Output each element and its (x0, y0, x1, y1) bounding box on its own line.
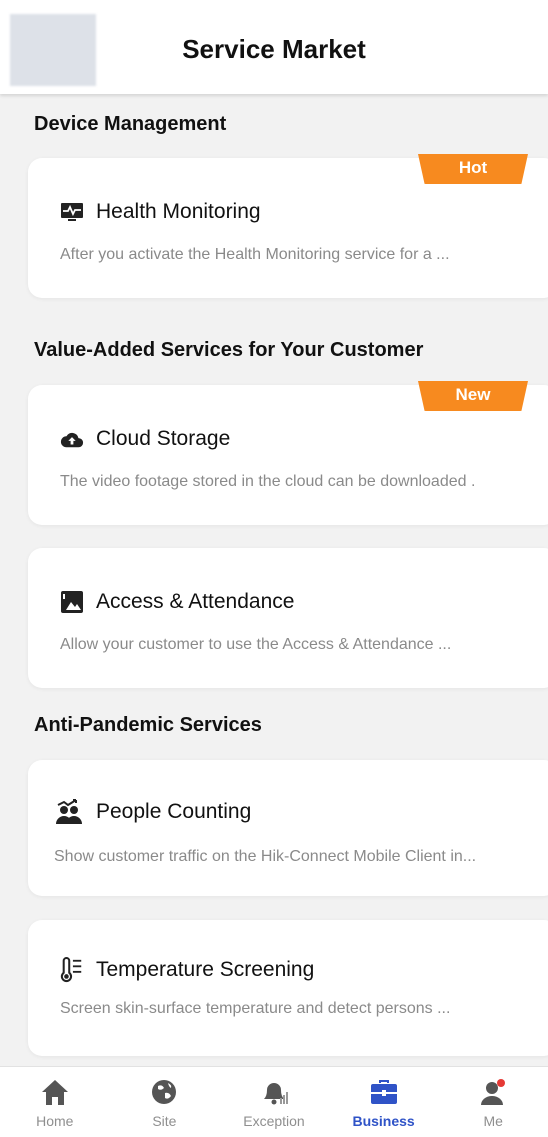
tab-exception[interactable]: Exception (219, 1067, 329, 1137)
service-name: Cloud Storage (96, 427, 231, 450)
access-attendance-icon (60, 590, 84, 614)
briefcase-icon (367, 1075, 401, 1109)
service-name: Access & Attendance (96, 590, 295, 613)
service-card-access-attendance[interactable]: Access & Attendance Allow your customer … (28, 548, 548, 688)
tab-site[interactable]: Site (110, 1067, 220, 1137)
header-bar: Service Market (0, 0, 548, 94)
tab-business[interactable]: Business (329, 1067, 439, 1137)
bell-icon (257, 1075, 291, 1109)
tab-home[interactable]: Home (0, 1067, 110, 1137)
section-title-device-management: Device Management (34, 113, 227, 135)
service-name: Health Monitoring (96, 200, 261, 223)
tab-label: Exception (243, 1113, 305, 1129)
service-description: Show customer traffic on the Hik-Connect… (54, 848, 477, 865)
tab-label: Me (483, 1113, 503, 1129)
service-description: After you activate the Health Monitoring… (60, 246, 450, 263)
tab-label: Home (36, 1113, 74, 1129)
cloud-upload-icon (60, 427, 84, 451)
service-name: People Counting (96, 800, 252, 823)
user-icon (476, 1075, 510, 1109)
service-description: The video footage stored in the cloud ca… (60, 473, 476, 490)
section-title-anti-pandemic: Anti-Pandemic Services (34, 714, 262, 736)
service-card-people-counting[interactable]: People Counting Show customer traffic on… (28, 760, 548, 896)
hot-badge: Hot (418, 154, 528, 184)
section-title-value-added: Value-Added Services for Your Customer (34, 339, 424, 361)
tab-label: Site (152, 1113, 177, 1129)
service-card-temperature-screening[interactable]: Temperature Screening Screen skin-surfac… (28, 920, 548, 1056)
service-description: Allow your customer to use the Access & … (60, 636, 452, 653)
service-card-cloud-storage[interactable]: New Cloud Storage The video footage stor… (28, 381, 548, 525)
monitor-pulse-icon (60, 200, 84, 224)
page-title: Service Market (182, 34, 366, 64)
people-counting-icon (54, 799, 84, 824)
service-description: Screen skin-surface temperature and dete… (60, 1000, 451, 1017)
new-badge: New (418, 381, 528, 411)
tab-label: Business (352, 1113, 415, 1129)
thermometer-icon (60, 957, 84, 983)
globe-icon (147, 1075, 181, 1109)
tab-me[interactable]: Me (438, 1067, 548, 1137)
service-card-health-monitoring[interactable]: Hot Health Monitoring After you activate… (28, 154, 548, 298)
service-name: Temperature Screening (96, 958, 315, 981)
home-icon (38, 1075, 72, 1109)
bottom-tab-bar: Home Site Exception Business Me (0, 1066, 548, 1137)
